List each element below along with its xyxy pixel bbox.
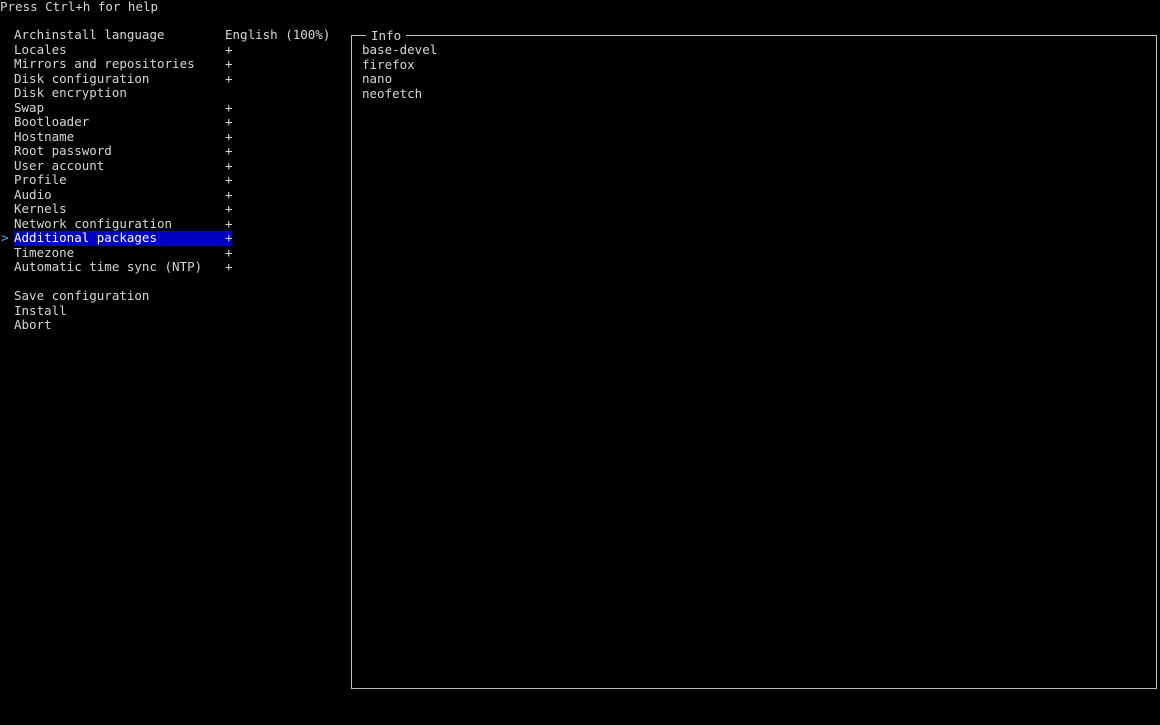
menu-item-audio[interactable]: Audio + <box>0 186 345 203</box>
menu-item-value: + <box>225 230 233 245</box>
menu-item-label: User account <box>14 157 105 173</box>
menu-item-hostname[interactable]: Hostname + <box>0 128 345 145</box>
selection-cursor-icon: > <box>1 230 9 245</box>
menu-item-bootloader[interactable]: Bootloader + <box>0 114 345 130</box>
menu-item-swap[interactable]: Swap + <box>0 99 345 116</box>
menu-item-disk-configuration[interactable]: Disk configuration + <box>0 70 345 87</box>
menu-item-value: + <box>225 143 233 158</box>
package-item: firefox <box>362 56 415 72</box>
menu-item-value: + <box>225 186 233 202</box>
menu-item-label: Audio <box>14 186 52 202</box>
menu-item-value: + <box>225 259 233 274</box>
menu-item-network-configuration[interactable]: Network configuration + <box>0 215 345 232</box>
menu-item-value: English (100%) <box>225 27 331 42</box>
install-action[interactable]: Install <box>0 302 345 319</box>
menu-item-label: Locales <box>14 41 67 57</box>
menu-item-label: Swap <box>14 99 45 115</box>
package-item: nano <box>362 71 393 86</box>
menu-item-value: + <box>225 56 233 71</box>
menu-item-label: Bootloader <box>14 114 90 129</box>
action-label: Abort <box>14 317 52 332</box>
menu-item-value: + <box>225 41 233 57</box>
help-hint: Press Ctrl+h for help <box>0 0 159 14</box>
abort-action[interactable]: Abort <box>0 317 345 333</box>
menu-item-value: + <box>225 128 233 144</box>
menu-item-profile[interactable]: Profile + <box>0 172 345 188</box>
menu-item-user-account[interactable]: User account + <box>0 157 345 174</box>
package-list: base-devel firefox nano neofetch <box>362 42 438 101</box>
menu-item-value: + <box>225 114 233 129</box>
menu-item-label: Mirrors and repositories <box>14 56 195 71</box>
menu-item-value: + <box>225 201 233 216</box>
menu-item-archinstall-language[interactable]: Archinstall language English (100%) <box>0 27 345 43</box>
menu-item-label: Archinstall language <box>14 27 165 42</box>
menu-item-value: + <box>225 172 233 187</box>
menu-item-label: Network configuration <box>14 215 173 231</box>
menu-item-label: Disk encryption <box>14 85 127 100</box>
menu-item-additional-packages[interactable]: > Additional packages + <box>0 230 345 246</box>
menu-item-locales[interactable]: Locales + <box>0 41 345 58</box>
action-label: Save configuration <box>14 288 150 303</box>
menu-item-label: Profile <box>14 172 67 187</box>
menu-item-value: + <box>225 99 233 115</box>
action-label: Install <box>14 302 67 318</box>
package-item: neofetch <box>362 85 423 101</box>
menu-item-disk-encryption[interactable]: Disk encryption <box>0 85 345 101</box>
main-menu: Archinstall language English (100%) Loca… <box>0 27 345 333</box>
menu-item-value: + <box>225 70 233 86</box>
menu-item-label: Automatic time sync (NTP) <box>14 259 203 274</box>
menu-item-timezone[interactable]: Timezone + <box>0 244 345 261</box>
menu-item-label: Timezone <box>14 244 75 260</box>
menu-item-root-password[interactable]: Root password + <box>0 143 345 159</box>
save-configuration-action[interactable]: Save configuration <box>0 288 345 304</box>
menu-spacer <box>0 275 345 290</box>
menu-item-label: Disk configuration <box>14 70 150 86</box>
menu-item-value: + <box>225 215 233 231</box>
menu-item-value: + <box>225 157 233 173</box>
menu-item-automatic-time-sync[interactable]: Automatic time sync (NTP) + <box>0 259 345 275</box>
menu-item-label: Hostname <box>14 128 75 144</box>
menu-item-label: Kernels <box>14 201 67 216</box>
menu-item-kernels[interactable]: Kernels + <box>0 201 345 217</box>
package-item: base-devel <box>362 42 438 57</box>
menu-item-value: + <box>225 244 233 260</box>
menu-item-label: Additional packages <box>14 230 157 245</box>
info-panel: Info base-devel firefox nano neofetch <box>351 28 1157 689</box>
menu-item-label: Root password <box>14 143 112 158</box>
menu-item-mirrors-and-repositories[interactable]: Mirrors and repositories + <box>0 56 345 72</box>
